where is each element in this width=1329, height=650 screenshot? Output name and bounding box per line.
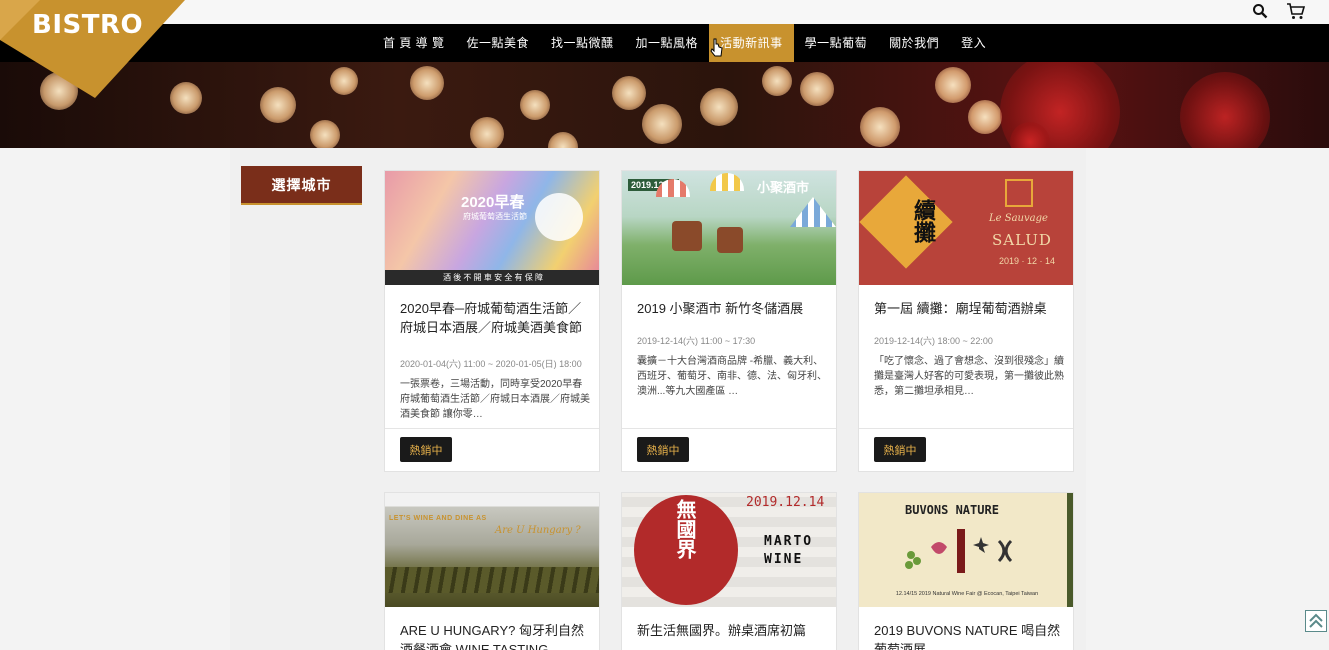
event-date: 2019-12-14(六) 18:00 ~ 22:00 (874, 336, 993, 346)
vineyard-rows (385, 567, 599, 593)
umbrella-icon (710, 173, 744, 191)
nav-items: 首 頁 導 覽 佐一點美食 找一點微醺 加一點風格 活動新訊事 學一點葡萄 關於… (372, 24, 997, 62)
event-card-image[interactable]: LET'S WINE AND DINE AS Are U Hungary ? (385, 493, 599, 607)
tent-icon (790, 197, 836, 227)
nav-item-style[interactable]: 加一點風格 (625, 24, 710, 62)
img-date: 2019.12.14 (746, 495, 825, 510)
event-card[interactable]: BUVONS NATURE 12.14/15 2019 Natural Wine… (858, 492, 1074, 650)
nav-item-home[interactable]: 首 頁 導 覽 (372, 24, 456, 62)
img-title: 續攤 (911, 199, 936, 243)
event-card[interactable]: LET'S WINE AND DINE AS Are U Hungary ? A… (384, 492, 600, 650)
img-script: Are U Hungary ? (495, 525, 581, 536)
event-card-image[interactable]: 2019.12.14 小聚酒市 (622, 171, 836, 285)
status-badge[interactable]: 熱銷中 (400, 437, 452, 462)
event-title[interactable]: 第一屆 續攤：廟埕葡萄酒辦桌 (874, 299, 1064, 318)
barrel-icon (672, 221, 702, 251)
img-title: 2020早春 (461, 194, 525, 211)
chevron-up-icon (1309, 613, 1323, 628)
img-top-text: LET'S WINE AND DINE AS (389, 515, 487, 522)
event-title[interactable]: ARE U HUNGARY? 匈牙利自然酒餐酒會 WINE TASTING (400, 621, 590, 650)
event-card[interactable]: 續攤 Le Sauvage SALUD 2019 · 12 · 14 第一屆 續… (858, 170, 1074, 472)
status-badge[interactable]: 熱銷中 (637, 437, 689, 462)
event-description: 一張票卷，三場活動，同時享受2020早春府城葡萄酒生活節／府城日本酒展／府城美酒… (400, 379, 590, 420)
event-date: 2019-12-14(六) 11:00 ~ 17:30 (637, 336, 756, 346)
main-nav: 首 頁 導 覽 佐一點美食 找一點微醺 加一點風格 活動新訊事 學一點葡萄 關於… (0, 24, 1329, 62)
img-brand: MARTO WINE (764, 534, 814, 567)
img-title: BUVONS NATURE (905, 503, 999, 517)
grape-logo-icon (1005, 179, 1033, 207)
top-icons (1249, 0, 1307, 22)
select-city-button[interactable]: 選擇城市 (241, 166, 362, 205)
event-card-image[interactable]: BUVONS NATURE 12.14/15 2019 Natural Wine… (859, 493, 1073, 607)
img-subtitle: 府城葡萄酒生活節 (463, 212, 527, 221)
img-title: 無國界 (673, 499, 695, 559)
event-description: 囊擴－十大台灣酒商品牌 -希臘、義大利、西班牙、葡萄牙、南非、德、法、匈牙利、澳… (637, 356, 827, 397)
card-divider (622, 428, 836, 429)
event-card[interactable]: 2020早春 府城葡萄酒生活節 酒 後 不 開 車 安 全 有 保 障 2020… (384, 170, 600, 472)
event-date: 2020-01-04(六) 11:00 ~ 2020-01-05(日) 18:0… (400, 359, 582, 369)
top-utility-bar (0, 0, 1329, 24)
site-logo[interactable]: BISTRO (0, 0, 190, 100)
event-card[interactable]: 無國界 2019.12.14 MARTO WINE 新生活無國界。辦桌酒席初篇 (621, 492, 837, 650)
event-card-image[interactable]: 無國界 2019.12.14 MARTO WINE (622, 493, 836, 607)
event-card-image[interactable]: 2020早春 府城葡萄酒生活節 酒 後 不 開 車 安 全 有 保 障 (385, 171, 599, 285)
side-strip (1067, 493, 1073, 607)
nav-item-about[interactable]: 關於我們 (878, 24, 950, 62)
img-date: 2019 · 12 · 14 (999, 256, 1056, 266)
card-divider (859, 428, 1073, 429)
event-card[interactable]: 2019.12.14 小聚酒市 2019 小聚酒市 新竹冬儲酒展 2019-12… (621, 170, 837, 472)
nav-item-learn[interactable]: 學一點葡萄 (794, 24, 879, 62)
event-card-image[interactable]: 續攤 Le Sauvage SALUD 2019 · 12 · 14 (859, 171, 1073, 285)
event-title[interactable]: 新生活無國界。辦桌酒席初篇 (637, 621, 827, 640)
event-title[interactable]: 2019 BUVONS NATURE 喝自然葡萄酒展 (874, 621, 1064, 650)
nav-item-login[interactable]: 登入 (950, 24, 997, 62)
logo-text: BISTRO (32, 10, 144, 40)
event-title[interactable]: 2019 小聚酒市 新竹冬儲酒展 (637, 299, 827, 318)
img-subtitle: 12.14/15 2019 Natural Wine Fair @ Ecocan… (895, 591, 1039, 597)
event-title[interactable]: 2020早春─府城葡萄酒生活節／府城日本酒展／府城美酒美食節 (400, 299, 590, 337)
back-to-top-button[interactable] (1305, 610, 1327, 632)
mouse-cursor-icon (710, 38, 724, 63)
nav-item-food[interactable]: 佐一點美食 (456, 24, 541, 62)
cart-icon[interactable] (1285, 0, 1307, 22)
img-title: 小聚酒市 (757, 180, 810, 195)
search-icon[interactable] (1249, 0, 1271, 22)
hero-banner (0, 62, 1329, 148)
nav-item-wine[interactable]: 找一點微醺 (540, 24, 625, 62)
event-description: 「吃了懷念、過了會想念、沒到很殘念」續攤是臺灣人好客的可愛表現，第一攤彼此熟悉，… (874, 356, 1064, 397)
img-brand: Le Sauvage (989, 213, 1048, 224)
img-seal-icon (535, 193, 583, 241)
status-badge[interactable]: 熱銷中 (874, 437, 926, 462)
img-brand2: SALUD (992, 231, 1052, 249)
img-caption: 酒 後 不 開 車 安 全 有 保 障 (385, 270, 599, 285)
wine-illustration-icon (899, 527, 1029, 577)
barrel-icon (717, 227, 743, 253)
card-divider (385, 428, 599, 429)
